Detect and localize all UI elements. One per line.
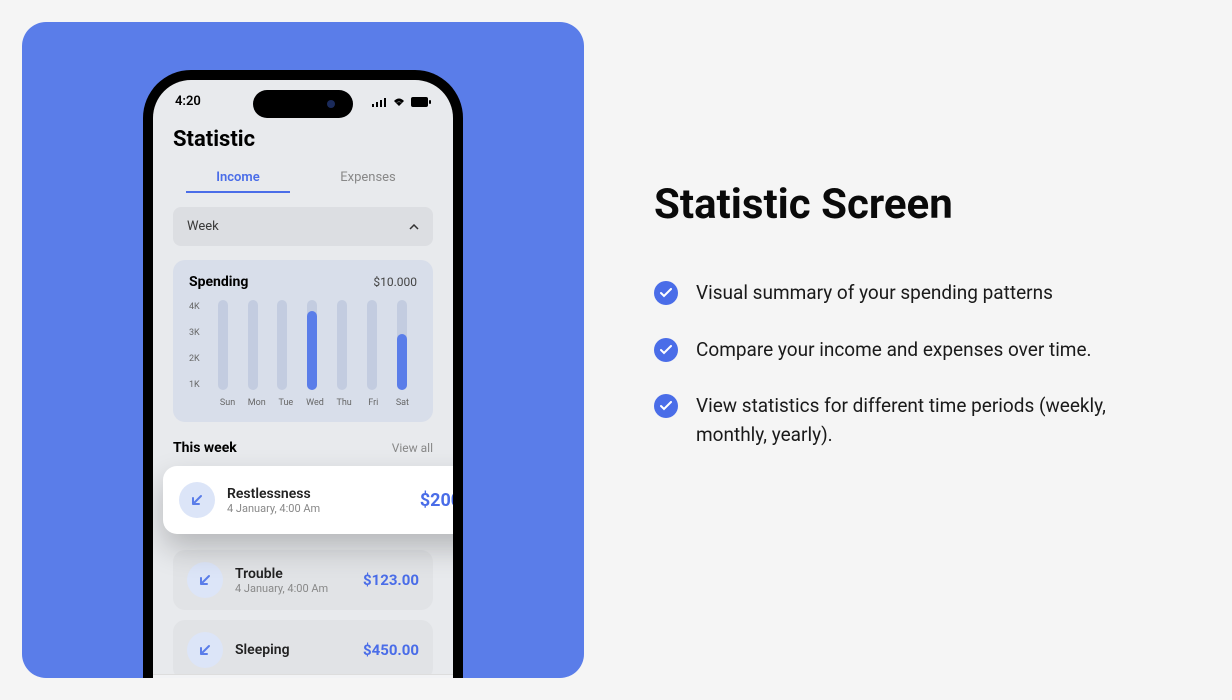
chart-bar (307, 300, 317, 390)
period-label: Week (187, 219, 219, 234)
period-dropdown[interactable]: Week (173, 207, 433, 246)
phone-frame: 4:20 Statistic Income Expenses Week Spen… (143, 70, 463, 678)
tab-income[interactable]: Income (173, 162, 303, 193)
view-all-link[interactable]: View all (392, 441, 433, 455)
chart-y-axis: 4K 3K 2K 1K (189, 300, 208, 390)
chart-bar (397, 300, 407, 390)
tabs: Income Expenses (153, 162, 453, 193)
spending-chart: 4K 3K 2K 1K (189, 300, 417, 390)
showcase-panel: 4:20 Statistic Income Expenses Week Spen… (22, 22, 584, 678)
xtick: Sat (388, 398, 417, 408)
wifi-icon (392, 97, 406, 107)
xtick: Sun (213, 398, 242, 408)
section-header: This week View all (153, 422, 453, 466)
transaction-item[interactable]: Sleeping $450.00 (173, 620, 433, 678)
tx-date: 4 January, 4:00 Am (227, 502, 408, 515)
status-time: 4:20 (175, 94, 201, 109)
xtick: Tue (271, 398, 300, 408)
tx-name: Sleeping (235, 642, 351, 658)
bottom-nav (153, 674, 453, 678)
chart-bar (218, 300, 228, 390)
chart-bar (248, 300, 258, 390)
chart-bar (367, 300, 377, 390)
spending-amount: $10.000 (373, 275, 417, 289)
feature-list: Visual summary of your spending patterns… (654, 279, 1162, 449)
arrow-down-left-icon (187, 632, 223, 668)
ytick: 2K (189, 354, 200, 364)
description-panel: Statistic Screen Visual summary of your … (584, 0, 1232, 700)
chart-x-axis: SunMonTueWedThuFriSat (189, 398, 417, 408)
arrow-down-left-icon (179, 482, 215, 518)
xtick: Thu (330, 398, 359, 408)
transaction-item[interactable]: Trouble 4 January, 4:00 Am $123.00 (173, 550, 433, 610)
chevron-up-icon (409, 224, 419, 230)
ytick: 1K (189, 380, 200, 390)
tx-name: Restlessness (227, 486, 408, 502)
tx-name: Trouble (235, 566, 351, 582)
spending-title: Spending (189, 274, 248, 290)
signal-icon (372, 97, 387, 107)
xtick: Fri (359, 398, 388, 408)
feature-text: Compare your income and expenses over ti… (696, 336, 1092, 365)
phone-notch (253, 90, 353, 118)
tx-amount: $200.00 (420, 490, 453, 511)
ytick: 3K (189, 328, 200, 338)
arrow-down-left-icon (187, 562, 223, 598)
tx-date: 4 January, 4:00 Am (235, 582, 351, 595)
check-icon (654, 281, 678, 305)
feature-text: Visual summary of your spending patterns (696, 279, 1053, 308)
check-icon (654, 394, 678, 418)
phone-screen: 4:20 Statistic Income Expenses Week Spen… (153, 80, 453, 678)
transaction-item[interactable]: Restlessness 4 January, 4:00 Am $200.00 (163, 466, 453, 534)
tx-amount: $123.00 (363, 571, 419, 589)
main-title: Statistic Screen (654, 180, 1162, 229)
chart-bar (277, 300, 287, 390)
feature-text: View statistics for different time perio… (696, 392, 1162, 449)
tab-expenses[interactable]: Expenses (303, 162, 433, 193)
battery-icon (411, 97, 431, 107)
feature-item: Compare your income and expenses over ti… (654, 336, 1162, 365)
chart-bar (337, 300, 347, 390)
check-icon (654, 338, 678, 362)
status-icons (372, 97, 431, 107)
feature-item: View statistics for different time perio… (654, 392, 1162, 449)
tx-amount: $450.00 (363, 641, 419, 659)
feature-item: Visual summary of your spending patterns (654, 279, 1162, 308)
spending-card: Spending $10.000 4K 3K 2K 1K SunMonTueWe… (173, 260, 433, 422)
xtick: Mon (242, 398, 271, 408)
section-title: This week (173, 440, 237, 456)
ytick: 4K (189, 302, 200, 312)
xtick: Wed (300, 398, 329, 408)
